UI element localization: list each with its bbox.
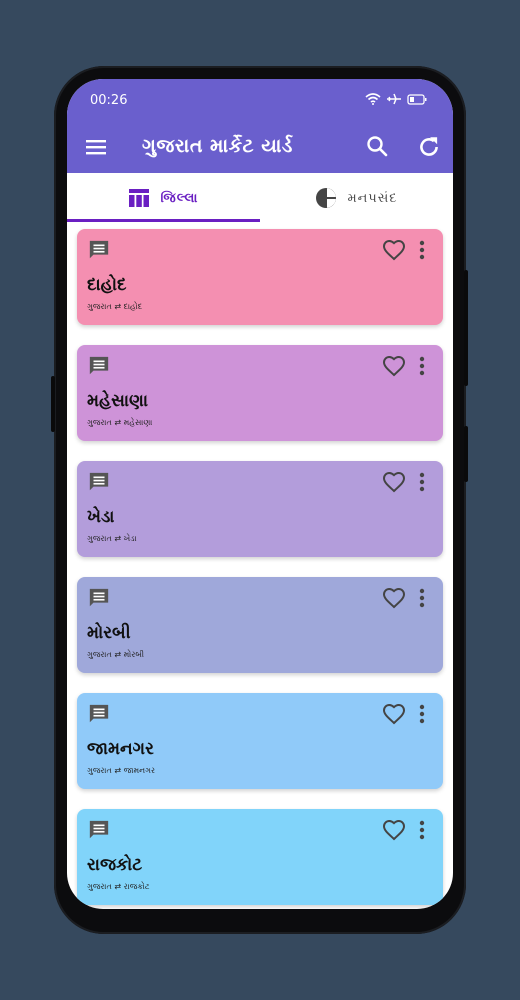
district-name: ખેડા bbox=[87, 507, 115, 527]
more-vert-icon[interactable] bbox=[416, 239, 428, 261]
app-title: ગુજરાત માર્કેટ યાર્ડ bbox=[142, 135, 293, 157]
more-vert-icon[interactable] bbox=[416, 819, 428, 841]
table-icon bbox=[129, 189, 150, 207]
district-card[interactable]: મોરબી ગુજરાત ⇄ મોરબી bbox=[77, 577, 443, 673]
district-path: ગુજરાત ⇄ ખેડા bbox=[87, 534, 137, 543]
power-button bbox=[464, 426, 468, 482]
more-vert-icon[interactable] bbox=[416, 703, 428, 725]
favorite-heart-icon[interactable] bbox=[382, 702, 406, 726]
message-icon bbox=[89, 240, 109, 259]
district-name: રાજકોટ bbox=[87, 855, 143, 875]
district-path: ગુજરાત ⇄ દાહોદ bbox=[87, 302, 143, 311]
app-bar: ગુજરાત માર્કેટ યાર્ડ bbox=[67, 123, 453, 173]
more-vert-icon[interactable] bbox=[416, 587, 428, 609]
district-path: ગુજરાત ⇄ રાજકોટ bbox=[87, 882, 150, 891]
district-card[interactable]: રાજકોટ ગુજરાત ⇄ રાજકોટ bbox=[77, 809, 443, 905]
status-time: 00:26 bbox=[90, 93, 128, 108]
district-name: દાહોદ bbox=[87, 275, 127, 295]
more-vert-icon[interactable] bbox=[416, 355, 428, 377]
favorite-heart-icon[interactable] bbox=[382, 238, 406, 262]
district-name: મહેસાણા bbox=[87, 391, 149, 411]
district-path: ગુજરાત ⇄ જામનગર bbox=[87, 766, 156, 775]
app-screen: 00:26 ગુજરાત માર્કેટ યાર્ડ જિલ્લા મનપસંદ… bbox=[67, 79, 453, 909]
airplane-icon bbox=[387, 93, 401, 105]
pie-chart-icon bbox=[316, 188, 337, 208]
tab-favourites[interactable]: મનપસંદ bbox=[260, 173, 453, 223]
favorite-heart-icon[interactable] bbox=[382, 586, 406, 610]
district-list: દાહોદ ગુજરાત ⇄ દાહોદ મહેસાણા ગુજરાત ⇄ મહ… bbox=[67, 223, 453, 909]
district-card[interactable]: ખેડા ગુજરાત ⇄ ખેડા bbox=[77, 461, 443, 557]
favorite-heart-icon[interactable] bbox=[382, 470, 406, 494]
favorite-heart-icon[interactable] bbox=[382, 354, 406, 378]
message-icon bbox=[89, 820, 109, 839]
refresh-icon[interactable] bbox=[416, 134, 442, 160]
district-card[interactable]: દાહોદ ગુજરાત ⇄ દાહોદ bbox=[77, 229, 443, 325]
hamburger-menu-icon[interactable] bbox=[84, 135, 108, 159]
battery-icon bbox=[407, 93, 427, 105]
tab-bar: જિલ્લા મનપસંદ bbox=[67, 173, 453, 223]
district-card[interactable]: મહેસાણા ગુજરાત ⇄ મહેસાણા bbox=[77, 345, 443, 441]
wifi-icon bbox=[365, 93, 381, 105]
side-button-left bbox=[51, 376, 55, 432]
district-path: ગુજરાત ⇄ મહેસાણા bbox=[87, 418, 153, 427]
status-bar: 00:26 bbox=[67, 79, 453, 123]
favorite-heart-icon[interactable] bbox=[382, 818, 406, 842]
more-vert-icon[interactable] bbox=[416, 471, 428, 493]
district-name: જામનગર bbox=[87, 739, 154, 759]
tab-districts-label: જિલ્લા bbox=[160, 190, 199, 206]
district-path: ગુજરાત ⇄ મોરબી bbox=[87, 650, 145, 659]
district-name: મોરબી bbox=[87, 623, 131, 643]
tab-favourites-label: મનપસંદ bbox=[347, 190, 398, 206]
message-icon bbox=[89, 472, 109, 491]
tab-districts[interactable]: જિલ્લા bbox=[67, 173, 260, 223]
volume-button bbox=[464, 270, 468, 386]
district-card[interactable]: જામનગર ગુજરાત ⇄ જામનગર bbox=[77, 693, 443, 789]
message-icon bbox=[89, 588, 109, 607]
search-icon[interactable] bbox=[365, 134, 389, 158]
message-icon bbox=[89, 356, 109, 375]
status-icons bbox=[365, 93, 427, 105]
tab-indicator bbox=[67, 219, 260, 222]
message-icon bbox=[89, 704, 109, 723]
